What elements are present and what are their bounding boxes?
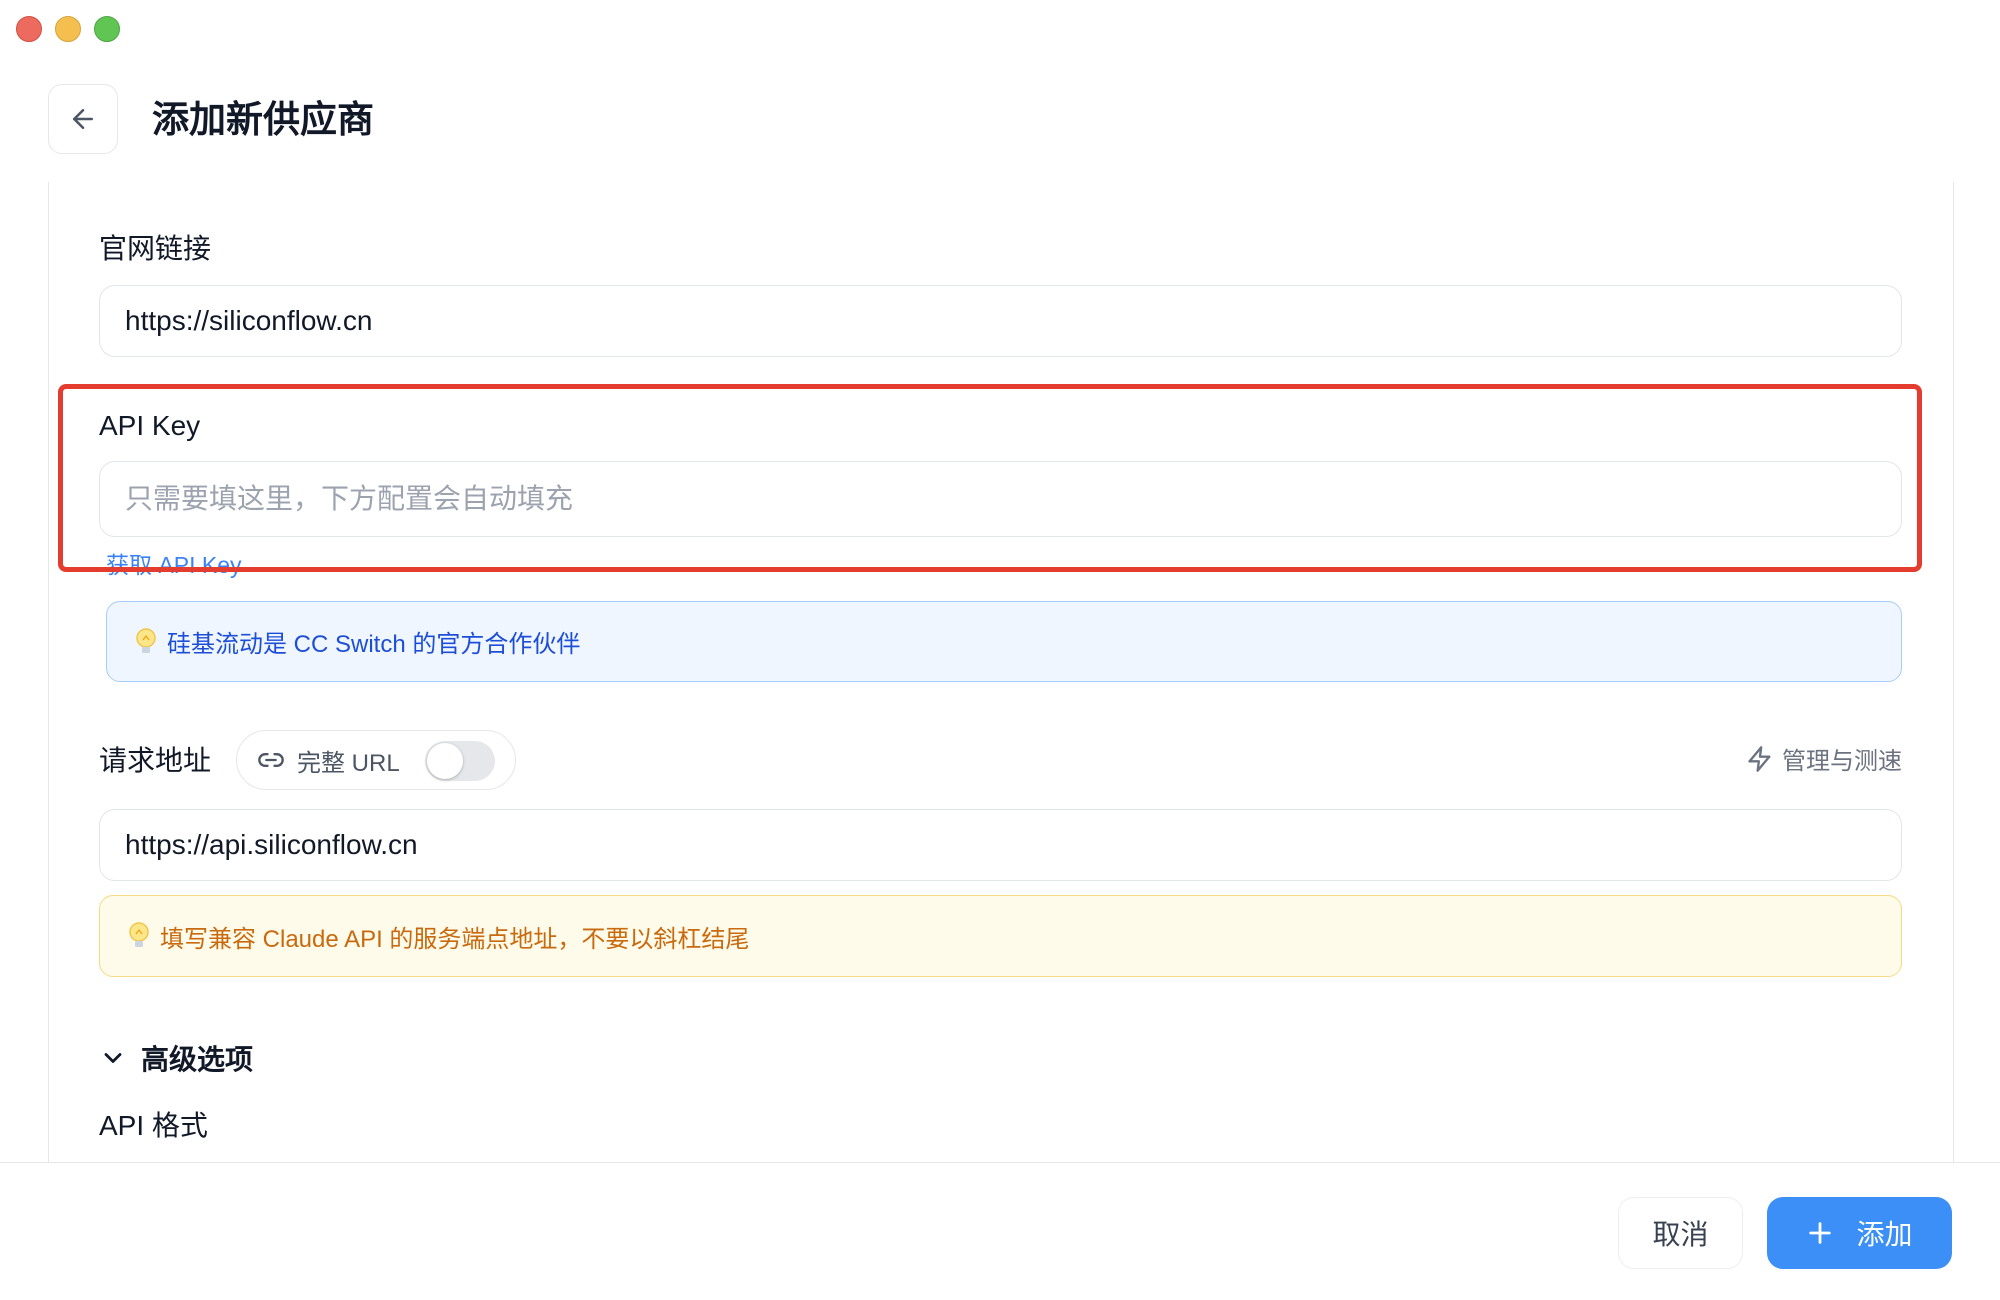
window-close-button[interactable] — [16, 16, 42, 42]
full-url-toggle-group: 完整 URL — [236, 730, 516, 790]
cancel-button[interactable]: 取消 — [1618, 1197, 1743, 1269]
plus-icon — [1809, 1222, 1832, 1244]
cancel-button-label: 取消 — [1652, 1219, 1709, 1250]
request-url-hint: 填写兼容 Claude API 的服务端点地址，不要以斜杠结尾 — [99, 895, 1902, 977]
page-title: 添加新供应商 — [152, 99, 374, 140]
partner-notice-text: 硅基流动是 CC Switch 的官方合作伙伴 — [167, 631, 581, 658]
full-url-label: 完整 URL — [297, 749, 400, 777]
website-label: 官网链接 — [99, 233, 212, 264]
advanced-options-label: 高级选项 — [141, 1044, 254, 1075]
lightbulb-icon — [136, 627, 156, 653]
request-url-hint-text: 填写兼容 Claude API 的服务端点地址，不要以斜杠结尾 — [160, 925, 750, 953]
api-key-highlight — [58, 384, 1922, 572]
switch-knob — [427, 743, 463, 779]
lightbulb-icon — [129, 922, 149, 947]
request-url-label: 请求地址 — [99, 745, 212, 776]
add-button[interactable]: 添加 — [1767, 1197, 1952, 1269]
window-controls — [16, 16, 120, 42]
window-zoom-button[interactable] — [94, 16, 120, 42]
back-button[interactable] — [48, 84, 118, 154]
request-url-input[interactable] — [99, 809, 1902, 881]
window-minimize-button[interactable] — [55, 16, 81, 42]
partner-notice: 硅基流动是 CC Switch 的官方合作伙伴 — [106, 601, 1902, 682]
api-format-label: API 格式 — [99, 1110, 208, 1141]
lightning-icon — [1748, 745, 1771, 772]
link-icon — [258, 753, 284, 767]
footer-divider — [0, 1162, 2000, 1163]
manage-speedtest-label: 管理与测速 — [1782, 748, 1902, 775]
chevron-down-icon — [104, 1053, 122, 1063]
advanced-options-toggle[interactable]: 高级选项 — [99, 1038, 253, 1078]
website-input[interactable] — [99, 285, 1902, 357]
manage-speedtest-link[interactable]: 管理与测速 — [1746, 741, 1902, 776]
add-button-label: 添加 — [1856, 1219, 1913, 1250]
full-url-switch[interactable] — [425, 741, 495, 781]
arrow-left-icon — [73, 109, 93, 129]
